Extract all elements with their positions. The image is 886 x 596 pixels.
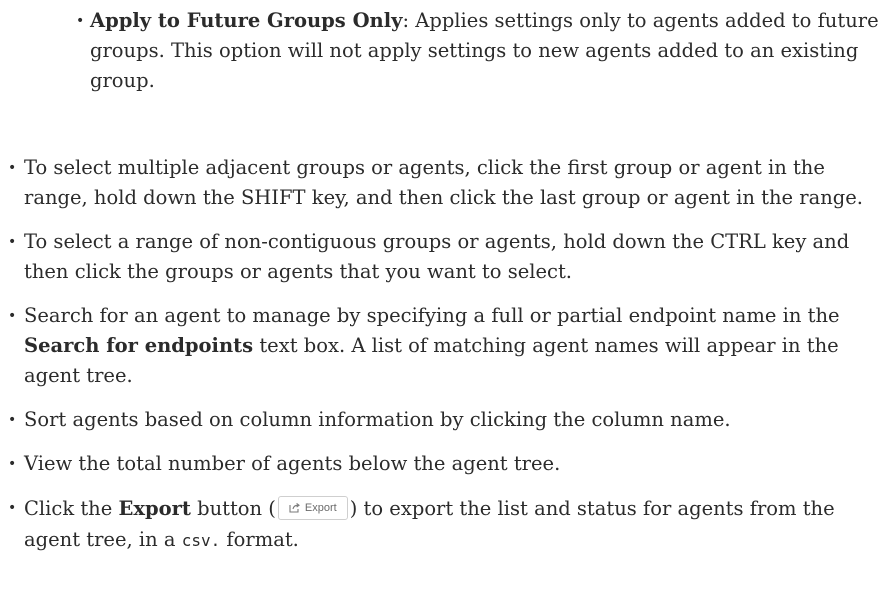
list-item: • Search for an agent to manage by speci… bbox=[8, 301, 884, 391]
list-item: • To select multiple adjacent groups or … bbox=[8, 153, 864, 213]
document-page: • Apply to Future Groups Only: Applies s… bbox=[0, 0, 886, 596]
sub-bullet-list: • Apply to Future Groups Only: Applies s… bbox=[76, 6, 879, 96]
list-item: • View the total number of agents below … bbox=[8, 449, 880, 479]
code-csv: csv. bbox=[181, 531, 221, 550]
export-button-label: Export bbox=[304, 501, 337, 514]
bullet-glyph: • bbox=[8, 412, 17, 428]
item-text: To select multiple adjacent groups or ag… bbox=[24, 156, 863, 209]
item-text: button ( bbox=[190, 497, 276, 520]
bullet-glyph: • bbox=[8, 160, 17, 176]
list-item: • Click the Export button (Export) to ex… bbox=[8, 493, 884, 556]
list-item: • Sort agents based on column informatio… bbox=[8, 405, 880, 435]
bullet-glyph: • bbox=[8, 456, 17, 472]
bullet-glyph: • bbox=[8, 500, 17, 516]
item-text: To select a range of non-contiguous grou… bbox=[24, 230, 850, 283]
list-item: • Apply to Future Groups Only: Applies s… bbox=[76, 6, 880, 96]
term-export: Export bbox=[118, 497, 191, 520]
item-text: Search for an agent to manage by specify… bbox=[24, 304, 840, 327]
export-button[interactable]: Export bbox=[277, 495, 348, 520]
export-arrow-icon bbox=[289, 502, 300, 513]
bullet-glyph: • bbox=[8, 308, 17, 324]
bullet-list: • To select multiple adjacent groups or … bbox=[8, 153, 880, 570]
item-text: format. bbox=[220, 528, 299, 551]
item-text: Click the bbox=[24, 497, 119, 520]
bullet-glyph: • bbox=[8, 234, 17, 250]
item-text: Sort agents based on column information … bbox=[24, 408, 731, 431]
list-item: • To select a range of non-contiguous gr… bbox=[8, 227, 886, 287]
term-apply-to-future-groups: Apply to Future Groups Only bbox=[90, 9, 403, 32]
item-text: View the total number of agents below th… bbox=[24, 452, 561, 475]
bullet-glyph: • bbox=[76, 13, 85, 29]
term-search-for-endpoints: Search for endpoints bbox=[24, 334, 254, 357]
